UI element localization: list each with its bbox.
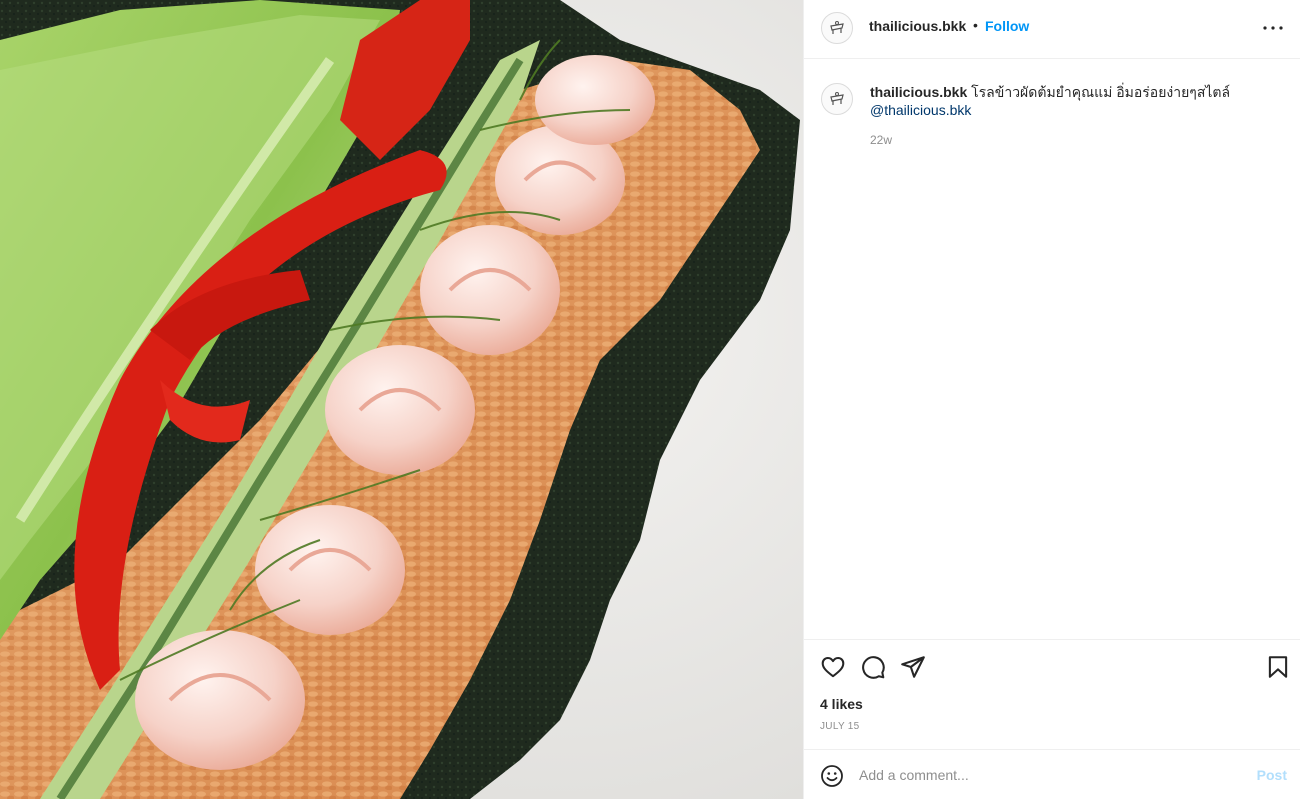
comment-input[interactable]: [859, 762, 1219, 788]
caption-mention-link[interactable]: @thailicious.bkk: [870, 101, 1280, 119]
post-date: JULY 15: [820, 721, 860, 732]
logo-icon: [830, 92, 844, 105]
caption-timestamp[interactable]: 22w: [870, 133, 892, 147]
header-username-link[interactable]: thailicious.bkk: [869, 18, 966, 34]
post-photo-image: [0, 0, 803, 799]
heart-icon[interactable]: [820, 654, 846, 680]
caption-username-link[interactable]: thailicious.bkk: [870, 84, 967, 100]
post-comment-button[interactable]: Post: [1257, 767, 1287, 783]
post-photo[interactable]: [0, 0, 803, 799]
share-icon[interactable]: [900, 654, 926, 680]
comment-bar: Post: [804, 749, 1300, 799]
caption-body: โรลข้าวผัดต้มยำคุณแม่ อิ่มอร่อยง่ายๆสไตล…: [971, 84, 1231, 100]
likes-count[interactable]: 4 likes: [820, 696, 863, 712]
bookmark-icon[interactable]: [1265, 654, 1291, 680]
comment-icon[interactable]: [860, 654, 886, 680]
action-bar: 4 likes JULY 15: [804, 639, 1300, 749]
logo-icon: [830, 21, 844, 34]
separator-dot: •: [973, 17, 978, 33]
caption-text: thailicious.bkk โรลข้าวผัดต้มยำคุณแม่ อิ…: [870, 83, 1280, 119]
post-details-panel: thailicious.bkk • Follow thailicious.bkk…: [803, 0, 1300, 799]
follow-button[interactable]: Follow: [985, 18, 1029, 34]
avatar[interactable]: [821, 12, 853, 44]
emoji-icon[interactable]: [820, 764, 844, 788]
caption-avatar[interactable]: [821, 83, 853, 115]
post-header: thailicious.bkk • Follow: [804, 0, 1300, 59]
more-options-icon[interactable]: [1261, 20, 1285, 36]
